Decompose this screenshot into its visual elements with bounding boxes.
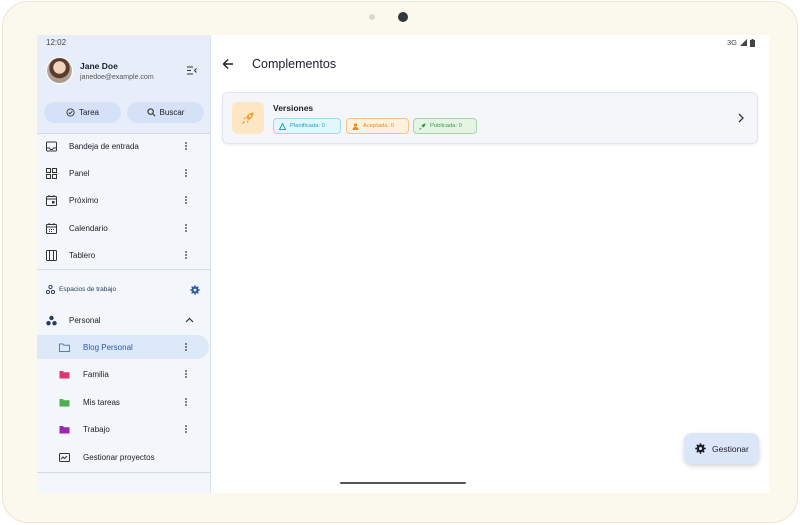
calendar-icon <box>46 222 57 234</box>
more-vert-icon[interactable] <box>184 424 188 434</box>
rocket-icon <box>419 123 426 130</box>
user-email: janedoe@example.com <box>80 74 154 81</box>
sidebar: 12:02 Jane Doe janedoe@example.com Tarea <box>37 35 211 493</box>
folder-open-icon <box>59 343 70 352</box>
search-button[interactable]: Buscar <box>127 102 204 123</box>
nav-item-label: Calendario <box>69 223 108 233</box>
nav-item-label: Bandeja de entrada <box>69 141 139 151</box>
divider <box>37 269 210 270</box>
status-bar-right: 3G <box>727 38 755 47</box>
more-vert-icon[interactable] <box>184 342 188 352</box>
manage-projects-label: Gestionar proyectos <box>83 452 155 462</box>
more-vert-icon[interactable] <box>184 223 188 233</box>
dashboard-icon <box>46 167 57 179</box>
back-arrow-icon[interactable] <box>222 58 234 70</box>
more-vert-icon[interactable] <box>184 369 188 379</box>
workspace-item-familia[interactable]: Familia <box>37 362 210 386</box>
status-time: 12:02 <box>46 38 67 47</box>
nav-item-inbox[interactable]: Bandeja de entrada <box>37 134 210 158</box>
chip-accepted: Aceptada: 0 <box>346 118 409 134</box>
chip-label: Publicada: 0 <box>430 123 462 129</box>
add-task-button[interactable]: Tarea <box>44 102 121 123</box>
sensor-dot <box>369 14 375 20</box>
network-label: 3G <box>726 38 737 47</box>
folder-icon <box>59 370 70 378</box>
workspace-item-label: Familia <box>83 369 109 379</box>
more-vert-icon[interactable] <box>184 195 188 205</box>
workspace-group-personal[interactable]: Personal <box>37 308 210 332</box>
rocket-icon <box>242 112 254 124</box>
inbox-icon <box>46 141 57 151</box>
signal-icon <box>740 39 747 46</box>
workspace-item-blog-personal[interactable]: Blog Personal <box>37 335 209 359</box>
calendar-upcoming-icon <box>46 194 57 206</box>
chevron-right-icon[interactable] <box>737 113 745 123</box>
manage-fab-label: Gestionar <box>712 443 749 454</box>
chip-published: Publicada: 0 <box>413 118 477 134</box>
camera-lens <box>398 12 408 22</box>
nav-item-label: Panel <box>69 168 90 178</box>
search-label: Buscar <box>159 108 185 117</box>
manage-fab[interactable]: Gestionar <box>684 433 759 464</box>
tablet-frame: 12:02 Jane Doe janedoe@example.com Tarea <box>2 1 798 523</box>
more-vert-icon[interactable] <box>184 168 188 178</box>
nav-item-board[interactable]: Tablero <box>37 243 210 267</box>
card-title: Versiones <box>273 103 314 113</box>
menu-collapse-icon[interactable] <box>187 66 197 75</box>
screen: 12:02 Jane Doe janedoe@example.com Tarea <box>37 35 769 493</box>
chip-label: Planificada: 0 <box>290 123 325 129</box>
sidebar-header: 12:02 Jane Doe janedoe@example.com Tarea <box>37 35 210 133</box>
workspaces-icon <box>46 285 55 294</box>
workspace-item-trabajo[interactable]: Trabajo <box>37 417 210 441</box>
nav-item-label: Próximo <box>69 195 99 205</box>
main-content: 3G Complementos Versiones Planificada: 0… <box>212 35 769 493</box>
workspace-item-label: Mis tareas <box>83 397 120 407</box>
nav-item-upcoming[interactable]: Próximo <box>37 188 210 212</box>
workspace-item-label: Trabajo <box>83 424 110 434</box>
workspace-item-label: Blog Personal <box>83 342 133 352</box>
user-name: Jane Doe <box>80 61 118 71</box>
battery-icon <box>750 38 755 47</box>
page-title: Complementos <box>252 57 337 71</box>
add-task-label: Tarea <box>78 108 99 117</box>
workspace-group-label: Personal <box>69 315 101 325</box>
chip-planned: Planificada: 0 <box>273 118 341 134</box>
board-icon <box>46 249 57 261</box>
more-vert-icon[interactable] <box>184 397 188 407</box>
card-icon-container <box>232 102 264 134</box>
nav-item-calendar[interactable]: Calendario <box>37 216 210 240</box>
avatar[interactable] <box>46 57 73 84</box>
folder-icon <box>59 425 70 433</box>
group-icon <box>46 315 57 325</box>
search-icon <box>146 108 156 117</box>
workspaces-title: Espacios de trabajo <box>59 286 117 293</box>
home-indicator[interactable] <box>340 482 466 484</box>
folder-icon <box>59 398 70 406</box>
gear-icon[interactable] <box>190 285 200 295</box>
workspace-item-mis-tareas[interactable]: Mis tareas <box>37 390 210 414</box>
chevron-up-icon[interactable] <box>185 317 194 323</box>
more-vert-icon[interactable] <box>184 250 188 260</box>
task-add-icon <box>66 108 75 117</box>
manage-projects-icon <box>59 452 70 462</box>
nav-item-panel[interactable]: Panel <box>37 161 210 185</box>
nav-item-label: Tablero <box>69 250 96 260</box>
divider <box>37 472 210 473</box>
person-icon <box>352 122 359 130</box>
versions-card[interactable]: Versiones Planificada: 0 Aceptada: 0 Pub… <box>222 92 758 144</box>
more-vert-icon[interactable] <box>184 141 188 151</box>
manage-projects-item[interactable]: Gestionar proyectos <box>37 445 210 469</box>
gear-icon <box>695 443 706 454</box>
chip-label: Aceptada: 0 <box>363 123 394 129</box>
planned-icon <box>279 122 286 130</box>
